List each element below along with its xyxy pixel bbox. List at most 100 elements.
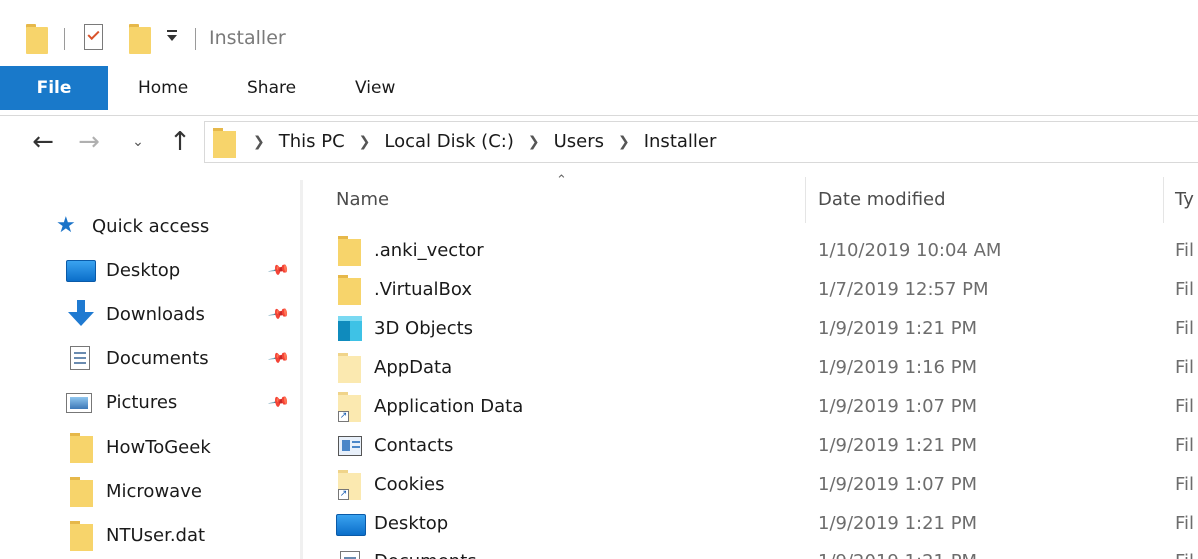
breadcrumb: ❯ This PC ❯ Local Disk (C:) ❯ Users ❯ Installer (253, 122, 716, 162)
file-type: Fil (1175, 318, 1195, 339)
chevron-right-icon[interactable]: ❯ (253, 134, 265, 150)
sidebar-item-ntuser[interactable]: NTUser.dat (0, 516, 300, 556)
up-arrow-icon[interactable]: ↑ (165, 126, 195, 158)
file-name: Desktop (374, 513, 449, 534)
sidebar-item-label: Downloads (106, 304, 205, 325)
sidebar-item-label: Pictures (106, 392, 178, 413)
breadcrumb-local-disk[interactable]: Local Disk (C:) (384, 131, 513, 152)
column-header-date[interactable]: Date modified (818, 177, 946, 223)
folder-icon (70, 433, 93, 463)
column-divider[interactable] (805, 177, 806, 223)
address-bar[interactable]: ❯ This PC ❯ Local Disk (C:) ❯ Users ❯ Installer (204, 121, 1198, 163)
file-type: Fil (1175, 396, 1195, 417)
file-date: 1/9/2019 1:07 PM (818, 396, 978, 417)
contacts-icon (338, 431, 364, 461)
breadcrumb-this-pc[interactable]: This PC (279, 131, 345, 152)
tab-home[interactable]: Home (138, 66, 188, 110)
sidebar-item-pictures[interactable]: Pictures 📌 (0, 383, 300, 423)
sidebar-item-desktop[interactable]: Desktop 📌 (0, 251, 300, 291)
file-type: Fil (1175, 279, 1195, 300)
file-name: .VirtualBox (374, 279, 472, 300)
sidebar-item-microwave[interactable]: Microwave (0, 472, 300, 512)
shortcut-folder-icon: ↗ (338, 470, 364, 500)
sidebar-item-downloads[interactable]: Downloads 📌 (0, 295, 300, 335)
hidden-folder-icon (338, 353, 364, 383)
file-row[interactable]: Desktop 1/9/2019 1:21 PM Fil (303, 505, 1198, 543)
title-bar: Installer (0, 0, 1198, 66)
toolbar-divider (195, 28, 196, 50)
column-header-name[interactable]: Name (336, 177, 389, 223)
file-date: 1/9/2019 1:21 PM (818, 435, 978, 456)
file-row[interactable]: ↗ Cookies 1/9/2019 1:07 PM Fil (303, 466, 1198, 504)
ribbon: File Home Share View (0, 66, 1198, 116)
file-row[interactable]: Contacts 1/9/2019 1:21 PM Fil (303, 427, 1198, 465)
navigation-bar: ← → ⌄ ↑ ❯ This PC ❯ Local Disk (C:) ❯ Users ❯ I… (0, 117, 1198, 167)
breadcrumb-installer[interactable]: Installer (644, 131, 717, 152)
sidebar-item-label: Microwave (106, 481, 202, 502)
folder-icon (70, 521, 93, 551)
sort-ascending-icon: ⌃ (556, 173, 567, 188)
documents-icon (338, 547, 364, 559)
file-date: 1/9/2019 1:21 PM (818, 318, 978, 339)
shortcut-folder-icon: ↗ (338, 392, 364, 422)
file-row[interactable]: 3D Objects 1/9/2019 1:21 PM Fil (303, 310, 1198, 348)
chevron-right-icon[interactable]: ❯ (618, 134, 630, 150)
new-folder-icon[interactable] (129, 24, 151, 54)
customize-quick-access-icon[interactable] (166, 30, 178, 44)
file-date: 1/9/2019 1:21 PM (818, 513, 978, 534)
pin-icon[interactable]: 📌 (267, 391, 290, 414)
sidebar-item-label: Quick access (92, 216, 210, 237)
pictures-icon (66, 393, 92, 413)
file-date: 1/9/2019 1:07 PM (818, 474, 978, 495)
pin-icon[interactable]: 📌 (267, 347, 290, 370)
file-type: Fil (1175, 474, 1195, 495)
file-name: Cookies (374, 474, 445, 495)
documents-icon (70, 346, 90, 370)
file-type: Fil (1175, 513, 1195, 534)
file-row[interactable]: AppData 1/9/2019 1:16 PM Fil (303, 349, 1198, 387)
column-header-type[interactable]: Ty (1175, 177, 1194, 223)
tab-view[interactable]: View (355, 66, 395, 110)
file-row[interactable]: Documents 1/9/2019 1:21 PM Fil (303, 543, 1198, 559)
file-row[interactable]: .anki_vector 1/10/2019 10:04 AM Fil (303, 232, 1198, 270)
forward-arrow-icon[interactable]: → (74, 127, 104, 157)
tab-share[interactable]: Share (247, 66, 296, 110)
file-date: 1/7/2019 12:57 PM (818, 279, 989, 300)
file-name: AppData (374, 357, 453, 378)
sidebar-item-documents[interactable]: Documents 📌 (0, 339, 300, 379)
column-divider[interactable] (1163, 177, 1164, 223)
file-name: Documents (374, 543, 477, 559)
chevron-right-icon[interactable]: ❯ (359, 134, 371, 150)
recent-locations-icon[interactable]: ⌄ (130, 130, 146, 154)
folder-icon (338, 236, 364, 266)
file-date: 1/10/2019 10:04 AM (818, 240, 1002, 261)
desktop-icon (66, 260, 96, 282)
downloads-icon (68, 300, 94, 328)
file-list: ⌃ Name Date modified Ty .anki_vector 1/1… (303, 167, 1198, 559)
toolbar-divider (64, 28, 65, 50)
folder-icon (70, 477, 93, 507)
file-name: .anki_vector (374, 240, 484, 261)
folder-icon (213, 128, 236, 158)
file-row[interactable]: .VirtualBox 1/7/2019 12:57 PM Fil (303, 271, 1198, 309)
file-date: 1/9/2019 1:21 PM (818, 543, 977, 559)
sidebar-item-label: NTUser.dat (106, 525, 206, 546)
file-type: Fil (1175, 543, 1194, 559)
tab-file[interactable]: File (0, 66, 108, 110)
sidebar-item-howtogeek[interactable]: HowToGeek (0, 428, 300, 468)
file-type: Fil (1175, 435, 1195, 456)
properties-icon[interactable] (83, 22, 105, 52)
file-date: 1/9/2019 1:16 PM (818, 357, 978, 378)
window-title: Installer (209, 27, 286, 49)
pin-icon[interactable]: 📌 (267, 259, 290, 282)
breadcrumb-users[interactable]: Users (554, 131, 604, 152)
sidebar-item-quick-access[interactable]: ★ Quick access (0, 207, 300, 247)
file-name: 3D Objects (374, 318, 474, 339)
file-row[interactable]: ↗ Application Data 1/9/2019 1:07 PM Fil (303, 388, 1198, 426)
sidebar-item-label: Desktop (106, 260, 181, 281)
sidebar-item-label: HowToGeek (106, 437, 211, 458)
pin-icon[interactable]: 📌 (267, 303, 290, 326)
chevron-right-icon[interactable]: ❯ (528, 134, 540, 150)
folder-icon[interactable] (26, 24, 48, 54)
back-arrow-icon[interactable]: ← (28, 127, 58, 157)
